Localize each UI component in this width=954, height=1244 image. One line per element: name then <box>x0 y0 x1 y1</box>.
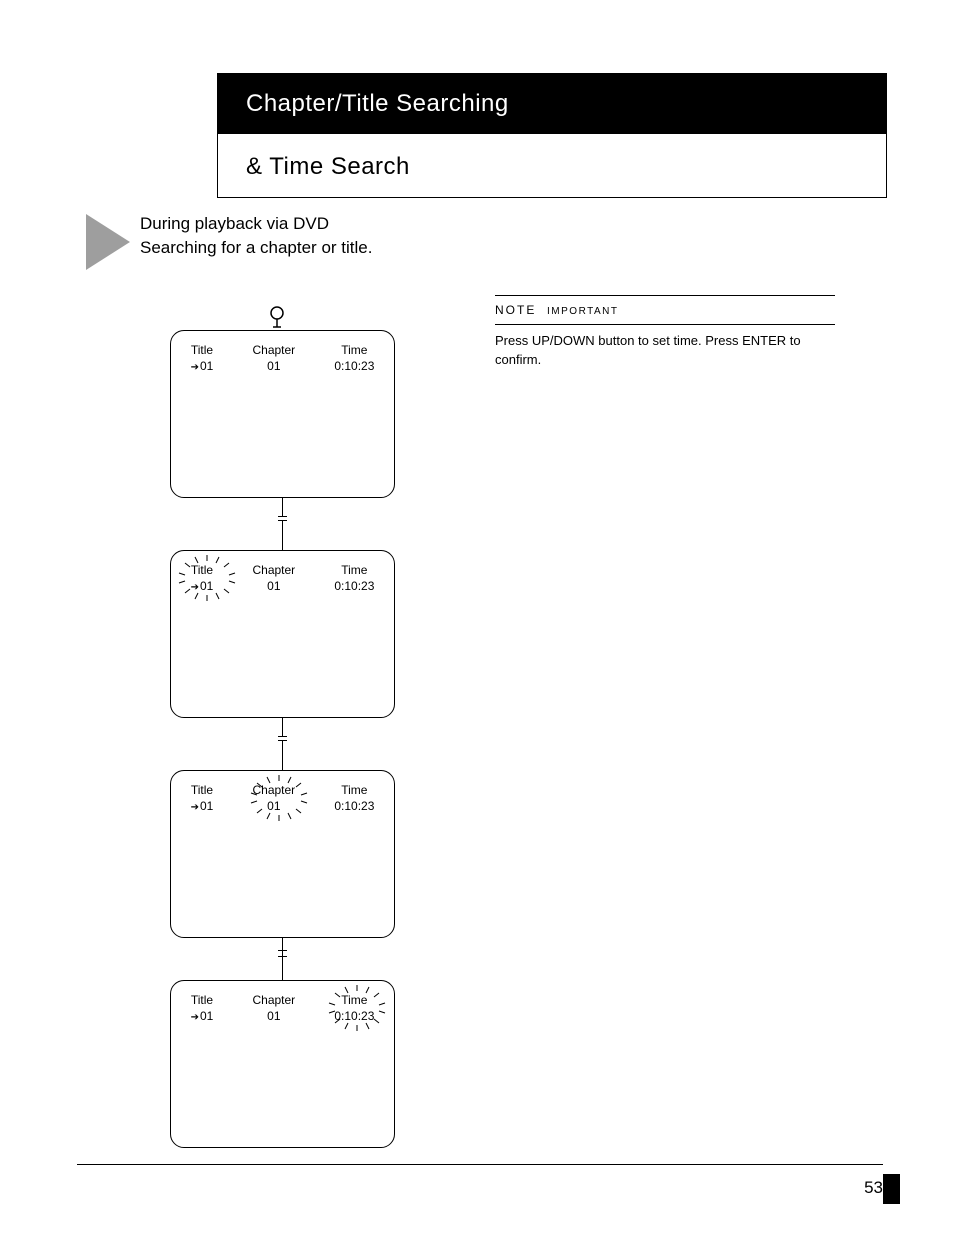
connector-line <box>282 520 283 550</box>
connector-line <box>282 950 283 980</box>
osd-time-val: 0:10:23 <box>334 579 374 595</box>
connector-tick <box>278 520 287 521</box>
footer-rule <box>77 1164 883 1165</box>
highlight-icon <box>249 775 309 821</box>
osd-screen: Title 01 Chapter 01 Time 0:10:23 <box>170 550 395 718</box>
osd-chapter-label: Chapter <box>252 563 295 579</box>
arrow-icon <box>191 799 200 813</box>
osd-chapter-col: Chapter 01 <box>252 563 295 594</box>
connector-line <box>282 498 283 516</box>
edge-tab <box>883 1174 900 1204</box>
osd-chapter-val: 01 <box>252 579 295 595</box>
connector-tick <box>278 950 287 951</box>
osd-time-label: Time <box>334 783 374 799</box>
osd-title-label: Title <box>191 343 214 359</box>
play-icon <box>86 214 130 270</box>
connector-line <box>282 718 283 736</box>
osd-chapter-val: 01 <box>252 1009 295 1025</box>
note-heading-text: NOTE <box>495 303 536 317</box>
arrow-icon <box>191 359 200 373</box>
osd-chapter-col: Chapter 01 <box>252 993 295 1024</box>
osd-title-val: 01 <box>200 359 213 373</box>
osd-time-val: 0:10:23 <box>334 799 374 815</box>
osd-chapter-label: Chapter <box>252 993 295 1009</box>
osd-screen: Title 01 Chapter 01 Time 0:10:23 <box>170 330 395 498</box>
osd-title-col: Title 01 <box>191 783 214 814</box>
page-number: 53 <box>864 1178 883 1198</box>
header-line1: Chapter/Title Searching <box>218 74 886 134</box>
figure-4: Title 01 Chapter 01 Time 0:10:23 <box>170 980 395 1148</box>
osd-time-label: Time <box>334 343 374 359</box>
highlight-icon <box>327 985 387 1031</box>
osd-title-val: 01 <box>200 799 213 813</box>
section-header: Chapter/Title Searching & Time Search <box>217 73 887 198</box>
osd-time-val: 0:10:23 <box>334 359 374 375</box>
osd-title-val: 01 <box>200 1009 213 1023</box>
osd-title-label: Title <box>191 993 214 1009</box>
figure-3: Title 01 Chapter 01 Time 0:10:23 <box>170 770 395 938</box>
connector-tick <box>278 736 287 737</box>
connector-tick <box>278 516 287 517</box>
intro-line2: Searching for a chapter or title. <box>140 238 372 257</box>
highlight-icon <box>177 555 237 601</box>
figure-1: Title 01 Chapter 01 Time 0:10:23 <box>170 330 395 498</box>
osd-title-col: Title 01 <box>191 993 214 1024</box>
osd-time-col: Time 0:10:23 <box>334 783 374 814</box>
intro-line1: During playback via DVD <box>140 214 329 233</box>
osd-chapter-col: Chapter 01 <box>252 343 295 374</box>
osd-screen: Title 01 Chapter 01 Time 0:10:23 <box>170 980 395 1148</box>
osd-time-col: Time 0:10:23 <box>334 563 374 594</box>
header-line2: & Time Search <box>218 134 886 199</box>
figure-2: Title 01 Chapter 01 Time 0:10:23 <box>170 550 395 718</box>
osd-time-label: Time <box>334 563 374 579</box>
note-subheading: IMPORTANT <box>547 306 618 317</box>
osd-chapter-label: Chapter <box>252 343 295 359</box>
magnifier-icon <box>265 305 289 329</box>
arrow-icon <box>191 1009 200 1023</box>
osd-row: Title 01 Chapter 01 Time 0:10:23 <box>171 343 394 374</box>
connector-line <box>282 740 283 770</box>
note-body: Press UP/DOWN button to set time. Press … <box>495 331 835 370</box>
osd-title-col: Title 01 <box>191 343 214 374</box>
osd-time-col: Time 0:10:23 <box>334 343 374 374</box>
osd-title-label: Title <box>191 783 214 799</box>
note-block: NOTE IMPORTANT Press UP/DOWN button to s… <box>495 295 835 370</box>
osd-screen: Title 01 Chapter 01 Time 0:10:23 <box>170 770 395 938</box>
connector-tick <box>278 740 287 741</box>
osd-chapter-val: 01 <box>252 359 295 375</box>
intro-text: During playback via DVD Searching for a … <box>140 212 372 260</box>
note-heading: NOTE IMPORTANT <box>495 295 835 325</box>
